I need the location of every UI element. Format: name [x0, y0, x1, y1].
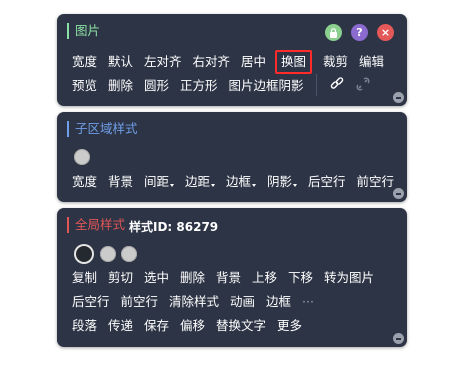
- background-button[interactable]: 背景: [216, 270, 241, 285]
- image-actions-row-2: 预览 删除 圆形 正方形 图片边框阴影: [72, 78, 311, 94]
- sub-shadow-button[interactable]: 阴影: [267, 174, 297, 189]
- collapse-icon[interactable]: [393, 92, 404, 103]
- replace-text-button[interactable]: 替换文字: [216, 318, 266, 333]
- circle-button[interactable]: 圆形: [144, 78, 169, 93]
- help-icon[interactable]: ?: [351, 24, 368, 41]
- sub-background-button[interactable]: 背景: [108, 174, 133, 189]
- image-panel-title: 图片: [67, 23, 100, 39]
- style-id-label: 样式ID: 86279: [129, 220, 219, 234]
- sub-panel-title: 子区域样式: [67, 121, 138, 137]
- default-button[interactable]: 默认: [108, 54, 133, 69]
- global-style-panel: 全局样式 样式ID: 86279 复制 剪切 选中 删除 背景 上移 下移 转为…: [57, 208, 407, 347]
- clear-style-button[interactable]: 清除样式: [169, 294, 219, 309]
- delete-button[interactable]: 删除: [180, 270, 205, 285]
- preview-button[interactable]: 预览: [72, 78, 97, 93]
- image-border-shadow-button[interactable]: 图片边框阴影: [229, 78, 304, 93]
- replace-image-button[interactable]: 换图: [275, 50, 313, 74]
- convert-to-image-button[interactable]: 转为图片: [324, 270, 374, 285]
- align-left-button[interactable]: 左对齐: [144, 54, 182, 69]
- color-swatch[interactable]: [100, 246, 116, 262]
- image-toolbar-panel: 图片 ? × 宽度 默认 左对齐 右对齐 居中 换图 裁剪 编辑 预览 删除 圆…: [57, 14, 407, 106]
- cut-button[interactable]: 剪切: [108, 270, 133, 285]
- close-icon[interactable]: ×: [377, 24, 394, 41]
- collapse-icon[interactable]: [393, 333, 404, 344]
- global-actions-row-1: 复制 剪切 选中 删除 背景 上移 下移 转为图片: [72, 270, 381, 286]
- animation-button[interactable]: 动画: [230, 294, 255, 309]
- unlink-icon[interactable]: [356, 77, 370, 91]
- space-before-button[interactable]: 前空行: [121, 294, 159, 309]
- move-up-button[interactable]: 上移: [252, 270, 277, 285]
- border-button[interactable]: 边框: [266, 294, 291, 309]
- move-down-button[interactable]: 下移: [288, 270, 313, 285]
- pass-button[interactable]: 传递: [108, 318, 133, 333]
- select-button[interactable]: 选中: [144, 270, 169, 285]
- toolbar-divider: [316, 74, 317, 96]
- center-button[interactable]: 居中: [241, 54, 266, 69]
- sub-margin-button[interactable]: 边距: [185, 174, 215, 189]
- sub-border-button[interactable]: 边框: [226, 174, 256, 189]
- global-actions-row-3: 段落 传递 保存 偏移 替换文字 更多: [72, 318, 309, 334]
- sub-width-button[interactable]: 宽度: [72, 174, 97, 189]
- width-button[interactable]: 宽度: [72, 54, 97, 69]
- edit-button[interactable]: 编辑: [359, 54, 384, 69]
- color-swatch[interactable]: [121, 246, 137, 262]
- sub-actions-row: 宽度 背景 间距 边距 边框 阴影 后空行 前空行: [72, 174, 401, 190]
- paragraph-button[interactable]: 段落: [72, 318, 97, 333]
- color-swatch-dark[interactable]: [76, 246, 92, 262]
- link-icon[interactable]: [330, 77, 344, 91]
- sub-space-before-button[interactable]: 前空行: [357, 174, 395, 189]
- delete-button[interactable]: 删除: [108, 78, 133, 93]
- more-button[interactable]: 更多: [277, 318, 302, 333]
- lock-icon[interactable]: [325, 24, 342, 41]
- sub-spacing-button[interactable]: 间距: [144, 174, 174, 189]
- save-button[interactable]: 保存: [144, 318, 169, 333]
- sub-space-after-button[interactable]: 后空行: [308, 174, 346, 189]
- sub-area-style-panel: 子区域样式 宽度 背景 间距 边距 边框 阴影 后空行 前空行: [57, 112, 407, 202]
- color-swatch[interactable]: [74, 149, 90, 165]
- square-button[interactable]: 正方形: [180, 78, 218, 93]
- global-actions-row-2: 后空行 前空行 清除样式 动画 边框 ···: [72, 294, 321, 310]
- image-actions-row-1: 宽度 默认 左对齐 右对齐 居中 换图 裁剪 编辑: [72, 50, 391, 74]
- align-right-button[interactable]: 右对齐: [193, 54, 231, 69]
- more-dots-icon[interactable]: ···: [302, 294, 314, 309]
- collapse-icon[interactable]: [393, 188, 404, 199]
- global-panel-title: 全局样式: [67, 217, 125, 233]
- offset-button[interactable]: 偏移: [180, 318, 205, 333]
- crop-button[interactable]: 裁剪: [323, 54, 348, 69]
- copy-button[interactable]: 复制: [72, 270, 97, 285]
- space-after-button[interactable]: 后空行: [72, 294, 110, 309]
